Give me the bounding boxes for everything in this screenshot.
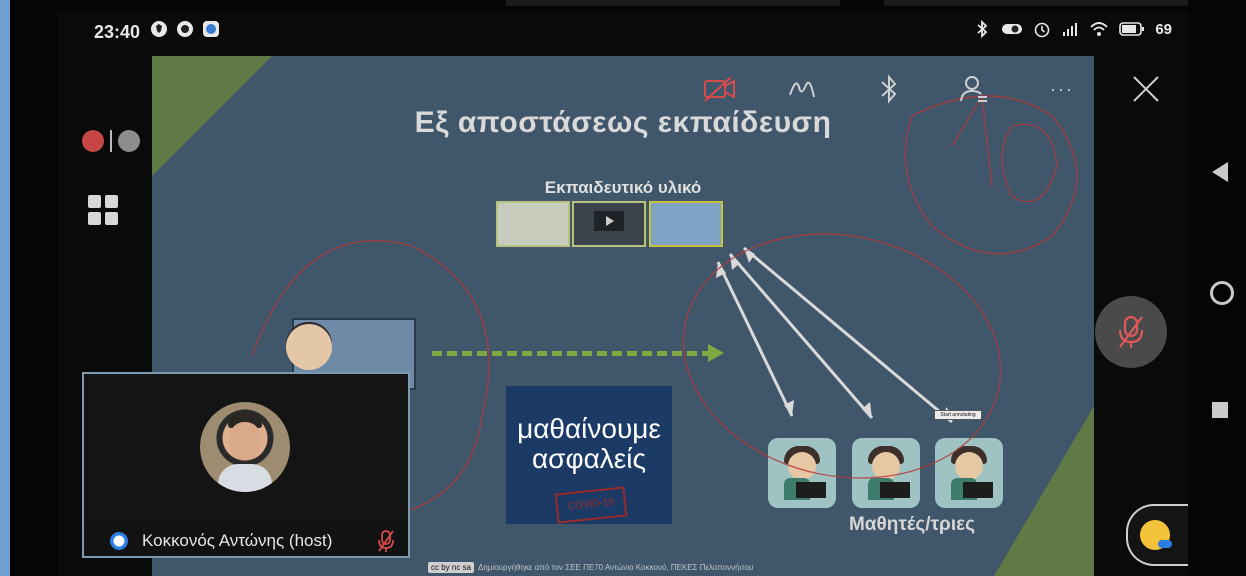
toggle-icon	[1002, 24, 1023, 34]
close-icon	[1133, 76, 1159, 102]
more-icon: ···	[1050, 78, 1074, 99]
home-icon[interactable]	[1210, 281, 1234, 305]
wifi-icon	[1090, 22, 1108, 36]
annotation-circle	[682, 233, 1002, 479]
participant-name-bar: Κοκκονός Αντώνης (host)	[84, 526, 408, 556]
status-time: 23:40	[94, 22, 141, 42]
top-strip-right	[884, 0, 1218, 6]
phone-screen: 23:40 69 Εξ αποστάσεως εκπαίδευση Εκπαιδ…	[58, 12, 1188, 576]
status-left-icons	[150, 20, 220, 38]
reactions-button[interactable]	[1126, 504, 1188, 566]
mic-muted-icon	[1118, 315, 1144, 348]
annotation-status-badges	[82, 130, 140, 152]
pen-inactive-icon	[118, 130, 140, 152]
mic-muted-icon	[378, 530, 394, 552]
participant-video-tile[interactable]: Κοκκονός Αντώνης (host)	[82, 372, 410, 558]
bluetooth-icon	[881, 74, 897, 104]
top-strip-left	[506, 0, 840, 6]
annotation-stroke	[1001, 123, 1058, 203]
bluetooth-icon	[977, 20, 988, 38]
pen-active-icon	[82, 130, 104, 152]
status-right-icons: 69	[973, 20, 1172, 38]
close-button[interactable]	[1128, 72, 1164, 106]
emoji-icon	[1140, 520, 1172, 550]
participant-avatar	[200, 402, 290, 492]
bluetooth-button[interactable]	[871, 72, 907, 106]
app-icon	[203, 21, 219, 37]
annotate-icon	[789, 81, 815, 98]
signal-icon	[1063, 23, 1078, 36]
participants-button[interactable]	[956, 72, 992, 106]
alarm-icon	[1035, 22, 1050, 38]
participant-name: Κοκκονός Αντώνης (host)	[142, 531, 333, 550]
video-off-icon	[704, 76, 735, 102]
video-off-button[interactable]	[702, 72, 738, 106]
battery-level: 69	[1155, 20, 1172, 38]
more-button[interactable]: ···	[1044, 72, 1080, 106]
shield-icon	[151, 21, 167, 37]
divider	[110, 130, 112, 152]
meeting-toolbar: ···	[688, 64, 1188, 112]
recent-apps-icon[interactable]	[1212, 402, 1228, 418]
cc-license-badge: cc by nc sa	[428, 562, 475, 573]
host-icon	[110, 532, 128, 550]
gallery-view-button[interactable]	[88, 195, 118, 225]
status-bar: 23:40 69	[58, 12, 1188, 52]
mute-button[interactable]	[1095, 296, 1167, 368]
double-arrow	[743, 246, 953, 424]
participants-icon	[960, 76, 987, 102]
annotate-button[interactable]	[785, 72, 821, 106]
circle-app-icon	[177, 21, 193, 37]
back-icon[interactable]	[1212, 162, 1228, 182]
slide-footer: cc by nc sa Δημιουργήθηκε από τον ΣΕΕ ΠΕ…	[428, 562, 753, 573]
battery-icon	[1119, 22, 1145, 36]
footer-credit-text: Δημιουργήθηκε από τον ΣΕΕ ΠΕ70 Αντώνιο Κ…	[478, 563, 754, 572]
android-nav-bar	[1188, 0, 1246, 576]
annotation-tooltip: Start annotating	[934, 410, 982, 420]
